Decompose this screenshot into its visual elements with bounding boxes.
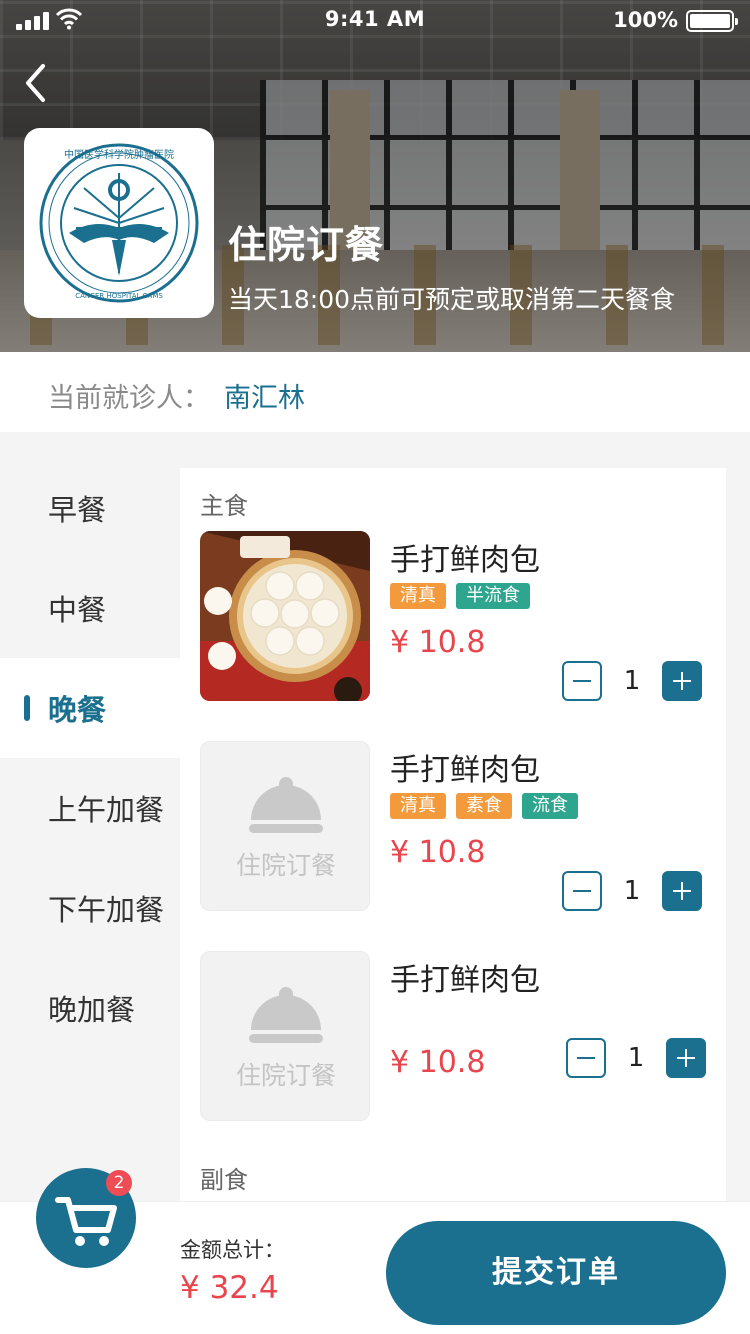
plus-button[interactable]: [662, 871, 702, 911]
cloche-icon: [249, 777, 323, 833]
item-tags: 清真 半流食: [390, 583, 540, 609]
minus-button[interactable]: [562, 871, 602, 911]
item-tags: 清真 素食 流食: [390, 793, 588, 819]
section-title-side: 副食: [200, 1166, 248, 1194]
list-item: 手打鲜肉包 清真 半流食 ¥ 10.8 1: [200, 531, 720, 703]
item-name: 手打鲜肉包: [390, 543, 540, 578]
quantity-stepper: 1: [562, 661, 702, 701]
status-bar: 9:41 AM 100%: [0, 0, 750, 40]
quantity-value: 1: [623, 876, 641, 906]
food-image-placeholder: 住院订餐: [200, 741, 370, 911]
sidebar-item-morning-snack[interactable]: 上午加餐: [0, 758, 180, 858]
placeholder-text: 住院订餐: [235, 1061, 336, 1090]
item-price: ¥ 10.8: [390, 835, 486, 870]
svg-text:CANCER HOSPITAL CAMS: CANCER HOSPITAL CAMS: [75, 292, 163, 300]
patient-name[interactable]: 南汇林: [224, 376, 305, 415]
battery-icon: [686, 10, 738, 32]
food-image-placeholder: 住院订餐: [200, 951, 370, 1121]
quantity-stepper: 1: [566, 1038, 706, 1078]
list-item: 住院订餐 手打鲜肉包 清真 素食 流食 ¥ 10.8 1: [200, 741, 720, 913]
tag: 清真: [390, 583, 446, 609]
cart-count-badge: 2: [106, 1170, 132, 1196]
food-image: [200, 531, 370, 701]
submit-order-button[interactable]: 提交订单: [386, 1221, 726, 1325]
quantity-value: 1: [627, 1043, 645, 1073]
cloche-icon: [249, 987, 323, 1043]
sidebar-item-label: 晚餐: [48, 693, 107, 727]
menu-list[interactable]: 主食 手打鲜肉包 清真 半流食 ¥ 10.8 1 住院订餐 手打鲜肉包 清真 素…: [180, 468, 726, 1228]
sidebar-item-label: 下午加餐: [48, 893, 165, 927]
total-label: 金额总计：: [180, 1238, 285, 1262]
list-item: 住院订餐 手打鲜肉包 ¥ 10.8 1: [200, 951, 720, 1123]
tag: 清真: [390, 793, 446, 819]
plus-button[interactable]: [662, 661, 702, 701]
placeholder-text: 住院订餐: [235, 851, 336, 880]
quantity-stepper: 1: [562, 871, 702, 911]
battery-percent: 100%: [613, 8, 678, 32]
page-title: 住院订餐: [228, 223, 385, 267]
header-banner: 9:41 AM 100% 中国医学科学院肿瘤医院 CANCER HOSPITAL…: [0, 0, 750, 352]
sidebar-item-afternoon-snack[interactable]: 下午加餐: [0, 858, 180, 958]
tag: 半流食: [456, 583, 530, 609]
sidebar-item-lunch[interactable]: 中餐: [0, 558, 180, 658]
item-price: ¥ 10.8: [390, 1045, 486, 1080]
sidebar-item-label: 中餐: [48, 593, 107, 627]
page: 9:41 AM 100% 中国医学科学院肿瘤医院 CANCER HOSPITAL…: [0, 0, 750, 1334]
sidebar-item-label: 上午加餐: [48, 793, 165, 827]
sidebar-item-dinner[interactable]: 晚餐: [0, 658, 180, 758]
back-button[interactable]: [16, 58, 60, 108]
svg-text:中国医学科学院肿瘤医院: 中国医学科学院肿瘤医院: [64, 148, 174, 161]
hospital-logo: 中国医学科学院肿瘤医院 CANCER HOSPITAL CAMS: [24, 128, 214, 318]
hospital-emblem-icon: 中国医学科学院肿瘤医院 CANCER HOSPITAL CAMS: [39, 143, 199, 303]
meal-sidebar: 早餐 中餐 晚餐 上午加餐 下午加餐 晚加餐: [0, 458, 180, 1218]
sidebar-item-breakfast[interactable]: 早餐: [0, 458, 180, 558]
sidebar-item-label: 早餐: [48, 493, 107, 527]
plus-button[interactable]: [666, 1038, 706, 1078]
section-title-main: 主食: [200, 492, 248, 520]
item-name: 手打鲜肉包: [390, 753, 540, 788]
total-amount: ¥ 32.4: [180, 1270, 279, 1306]
sidebar-item-label: 晚加餐: [48, 993, 136, 1027]
item-name: 手打鲜肉包: [390, 963, 540, 998]
item-price: ¥ 10.8: [390, 625, 486, 660]
sidebar-item-night-snack[interactable]: 晚加餐: [0, 958, 180, 1058]
patient-label: 当前就诊人：: [48, 383, 210, 414]
tag: 流食: [522, 793, 578, 819]
minus-button[interactable]: [566, 1038, 606, 1078]
quantity-value: 1: [623, 666, 641, 696]
minus-button[interactable]: [562, 661, 602, 701]
page-subtitle: 当天18:00点前可预定或取消第二天餐食: [228, 285, 676, 314]
tag: 素食: [456, 793, 512, 819]
patient-bar[interactable]: 当前就诊人： 南汇林: [0, 352, 750, 432]
